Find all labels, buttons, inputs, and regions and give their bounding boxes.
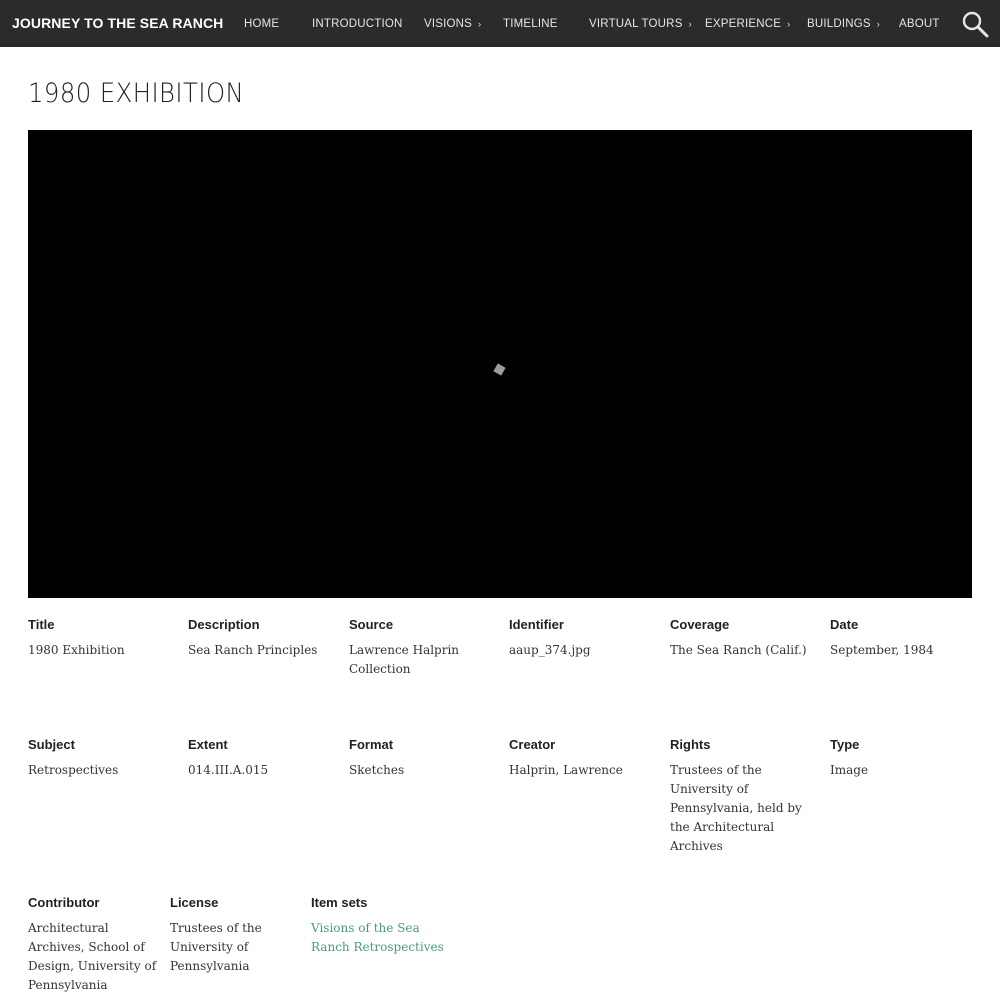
metadata-label: Extent <box>188 737 228 752</box>
metadata-value: The Sea Ranch (Calif.) <box>670 643 807 657</box>
top-navbar: JOURNEY TO THE SEA RANCH HOME INTRODUCTI… <box>0 0 1000 47</box>
metadata-value: Trustees of the University of Pennsylvan… <box>170 921 262 973</box>
metadata-label: Description <box>188 617 260 632</box>
chevron-right-icon: › <box>478 19 482 29</box>
metadata-value: 1980 Exhibition <box>28 643 125 657</box>
nav-experience[interactable]: EXPERIENCE › <box>705 17 790 31</box>
metadata-value: aaup_374.jpg <box>509 643 591 657</box>
nav-virtual-tours[interactable]: VIRTUAL TOURS › <box>589 17 692 31</box>
metadata-label: Item sets <box>311 895 368 910</box>
nav-home[interactable]: HOME <box>244 17 279 31</box>
nav-label: VIRTUAL TOURS <box>589 18 683 30</box>
metadata-value: Trustees of the University of Pennsylvan… <box>670 763 802 853</box>
nav-label: HOME <box>244 18 280 30</box>
nav-label: BUILDINGS <box>807 18 871 30</box>
nav-label: EXPERIENCE <box>705 18 782 30</box>
metadata-label: Creator <box>509 737 556 752</box>
loading-image-placeholder <box>493 363 506 376</box>
metadata-label: License <box>170 895 219 910</box>
chevron-right-icon: › <box>688 19 692 29</box>
metadata-format: Format Sketches <box>349 737 499 780</box>
metadata-value: Halprin, Lawrence <box>509 763 623 777</box>
image-viewer[interactable] <box>28 130 972 598</box>
metadata-value: Sea Ranch Principles <box>188 643 318 657</box>
metadata-value: Image <box>830 763 869 777</box>
metadata-label: Title <box>28 617 55 632</box>
metadata-value: 014.III.A.015 <box>188 763 269 777</box>
metadata-value: September, 1984 <box>830 643 934 657</box>
metadata-subject: Subject Retrospectives <box>28 737 178 780</box>
metadata-label: Type <box>830 737 860 752</box>
metadata-extent: Extent 014.III.A.015 <box>188 737 338 780</box>
metadata-label: Source <box>349 617 394 632</box>
metadata-coverage: Coverage The Sea Ranch (Calif.) <box>670 617 820 660</box>
metadata-label: Date <box>830 617 859 632</box>
metadata-value: Architectural Archives, School of Design… <box>28 921 157 992</box>
metadata-label: Contributor <box>28 895 100 910</box>
nav-about[interactable]: ABOUT <box>899 17 940 31</box>
nav-timeline[interactable]: TIMELINE <box>503 17 558 31</box>
metadata-label: Subject <box>28 737 75 752</box>
nav-introduction[interactable]: INTRODUCTION <box>312 17 403 31</box>
chevron-right-icon: › <box>876 19 880 29</box>
metadata-value: Sketches <box>349 763 405 777</box>
site-title-link[interactable]: JOURNEY TO THE SEA RANCH <box>12 15 223 31</box>
nav-label: ABOUT <box>899 18 940 30</box>
chevron-right-icon: › <box>787 19 791 29</box>
search-button[interactable] <box>961 10 989 38</box>
metadata-contributor: Contributor Architectural Archives, Scho… <box>28 895 164 995</box>
metadata-value: Retrospectives <box>28 763 119 777</box>
metadata-license: License Trustees of the University of Pe… <box>170 895 290 976</box>
page-title: 1980 EXHIBITION <box>28 78 245 109</box>
metadata-creator: Creator Halprin, Lawrence <box>509 737 659 780</box>
metadata-type: Type Image <box>830 737 980 780</box>
metadata-identifier: Identifier aaup_374.jpg <box>509 617 659 660</box>
nav-buildings[interactable]: BUILDINGS › <box>807 17 880 31</box>
metadata-item-sets: Item sets Visions of the Sea Ranch Retro… <box>311 895 461 957</box>
metadata-source: Source Lawrence Halprin Collection <box>349 617 479 679</box>
metadata-label: Identifier <box>509 617 564 632</box>
nav-label: VISIONS <box>424 18 473 30</box>
metadata-label: Coverage <box>670 617 730 632</box>
metadata-description: Description Sea Ranch Principles <box>188 617 338 660</box>
metadata-value: Lawrence Halprin Collection <box>349 643 460 676</box>
nav-label: TIMELINE <box>503 18 558 30</box>
search-icon <box>962 11 989 38</box>
metadata-title: Title 1980 Exhibition <box>28 617 178 660</box>
metadata-date: Date September, 1984 <box>830 617 980 660</box>
metadata-label: Format <box>349 737 394 752</box>
nav-visions[interactable]: VISIONS › <box>424 17 481 31</box>
nav-label: INTRODUCTION <box>312 18 403 30</box>
item-set-link[interactable]: Visions of the Sea Ranch Retrospectives <box>311 919 461 957</box>
metadata-rights: Rights Trustees of the University of Pen… <box>670 737 820 856</box>
metadata-label: Rights <box>670 737 711 752</box>
